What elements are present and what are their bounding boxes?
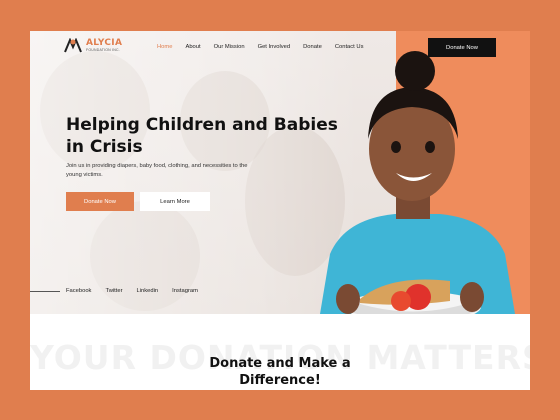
logo-subtitle: FOUNDATION INC. [86, 48, 120, 53]
nav-item-home[interactable]: Home [157, 44, 172, 50]
social-link-twitter[interactable]: Twitter [105, 288, 122, 294]
website-frame: ALYCIA FOUNDATION INC. Home About Our Mi… [30, 31, 530, 390]
nav-item-about[interactable]: About [185, 44, 200, 50]
nav-item-contact-us[interactable]: Contact Us [335, 44, 364, 50]
social-divider [30, 291, 60, 292]
hero-headline: Helping Children and Babies in Crisis [66, 115, 338, 157]
hero-subtext: Join us in providing diapers, baby food,… [66, 163, 248, 178]
social-link-facebook[interactable]: Facebook [66, 288, 91, 294]
donation-section: YOUR DONATION MATTERS Donate and Make a … [30, 314, 530, 390]
logo-icon [64, 38, 82, 53]
social-links: Facebook Twitter Linkedin Instagram [66, 288, 198, 294]
child-photo [320, 51, 515, 314]
logo-name: ALYCIA [86, 38, 123, 49]
nav-item-our-mission[interactable]: Our Mission [214, 44, 245, 50]
nav-item-get-involved[interactable]: Get Involved [258, 44, 291, 50]
main-menu: Home About Our Mission Get Involved Dona… [157, 44, 364, 50]
header-donate-button[interactable]: Donate Now [428, 38, 496, 57]
social-link-linkedin[interactable]: Linkedin [137, 288, 159, 294]
social-link-instagram[interactable]: Instagram [172, 288, 198, 294]
donate-now-button[interactable]: Donate Now [66, 192, 134, 211]
learn-more-button[interactable]: Learn More [140, 192, 210, 211]
top-navigation: ALYCIA FOUNDATION INC. Home About Our Mi… [30, 31, 530, 63]
nav-item-donate[interactable]: Donate [303, 44, 322, 50]
site-logo[interactable]: ALYCIA FOUNDATION INC. [63, 38, 122, 54]
section-title: Donate and Make a Difference! [209, 356, 351, 388]
